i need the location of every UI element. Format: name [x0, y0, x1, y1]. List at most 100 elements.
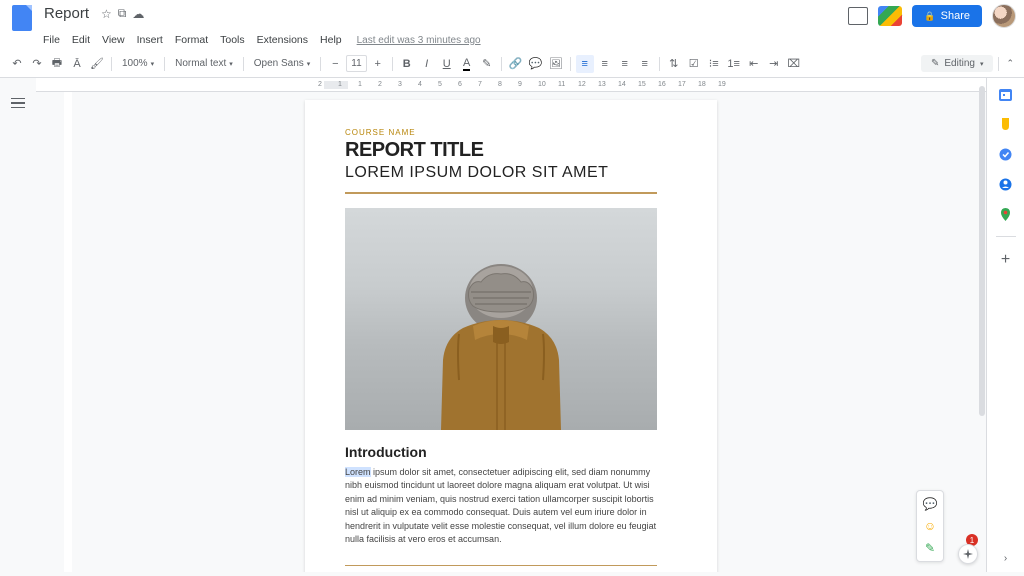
- font-size-decrease[interactable]: −: [326, 55, 344, 73]
- comment-history-icon[interactable]: [848, 7, 868, 25]
- hide-menus-button[interactable]: ⌃: [1004, 56, 1016, 71]
- undo-button[interactable]: ↶: [8, 55, 26, 73]
- highlight-button[interactable]: ✎: [478, 55, 496, 73]
- italic-button[interactable]: I: [418, 55, 436, 73]
- bold-button[interactable]: B: [398, 55, 416, 73]
- meet-button[interactable]: ▾: [878, 6, 902, 26]
- separator: [243, 57, 244, 71]
- separator: [320, 57, 321, 71]
- vertical-ruler[interactable]: [64, 92, 72, 572]
- editing-mode-select[interactable]: ✎ Editing ▾: [921, 55, 993, 72]
- increase-indent-button[interactable]: ⇥: [765, 55, 783, 73]
- hide-side-panel-button[interactable]: ›: [1004, 553, 1007, 564]
- rail-separator: [996, 236, 1016, 237]
- suggest-edits-floating-button[interactable]: ✎: [921, 539, 939, 557]
- clear-formatting-button[interactable]: ⌧: [785, 55, 803, 73]
- badge-count: 1: [970, 536, 974, 545]
- menu-tools[interactable]: Tools: [215, 32, 250, 48]
- ruler-tick: 12: [578, 81, 586, 88]
- document-title[interactable]: Report: [40, 4, 93, 23]
- last-edit-link[interactable]: Last edit was 3 minutes ago: [357, 35, 481, 46]
- style-select[interactable]: Normal text▾: [170, 55, 238, 72]
- account-avatar[interactable]: [992, 4, 1016, 28]
- scrollbar-thumb[interactable]: [979, 86, 985, 416]
- header-right: ▾ 🔒 Share: [848, 4, 1016, 28]
- docs-logo[interactable]: [8, 4, 36, 32]
- paint-format-button[interactable]: 🖌: [88, 55, 106, 73]
- ruler-tick: 11: [558, 81, 565, 88]
- checklist-button[interactable]: ☑: [685, 55, 703, 73]
- separator: [659, 57, 660, 71]
- selected-text: Lorem: [345, 467, 371, 477]
- decrease-indent-button[interactable]: ⇤: [745, 55, 763, 73]
- cloud-status-icon[interactable]: ☁: [132, 7, 144, 21]
- ruler-tick: 14: [618, 81, 626, 88]
- title-row: Report ☆ ⧉ ☁: [40, 4, 848, 23]
- star-icon[interactable]: ☆: [101, 7, 112, 21]
- menu-format[interactable]: Format: [170, 32, 213, 48]
- insert-image-button[interactable]: 🖼: [547, 55, 565, 73]
- align-left-button[interactable]: ≡: [576, 55, 594, 73]
- add-comment-floating-button[interactable]: 💬: [921, 495, 939, 513]
- body-paragraph: Lorem ipsum dolor sit amet, consectetuer…: [345, 466, 657, 547]
- ruler-tick: 15: [638, 81, 646, 88]
- ruler-tick: 8: [498, 81, 502, 88]
- floating-action-panel: 💬 ☺ ✎: [916, 490, 944, 562]
- add-comment-button[interactable]: 💬: [527, 55, 545, 73]
- bulleted-list-button[interactable]: ⁝≡: [705, 55, 723, 73]
- scrollbar[interactable]: [978, 78, 986, 572]
- numbered-list-button[interactable]: 1≡: [725, 55, 743, 73]
- document-page[interactable]: COURSE NAME REPORT TITLE LOREM IPSUM DOL…: [305, 100, 717, 572]
- move-folder-icon[interactable]: ⧉: [118, 6, 127, 21]
- ruler-tick: 19: [718, 81, 726, 88]
- keep-icon[interactable]: [998, 116, 1014, 132]
- explore-button[interactable]: [958, 544, 978, 564]
- menu-help[interactable]: Help: [315, 32, 347, 48]
- ruler-tick: 1: [358, 81, 362, 88]
- contacts-icon[interactable]: [998, 176, 1014, 192]
- font-value: Open Sans: [254, 58, 304, 69]
- font-select[interactable]: Open Sans▾: [249, 55, 316, 72]
- menu-extensions[interactable]: Extensions: [252, 32, 313, 48]
- menu-view[interactable]: View: [97, 32, 130, 48]
- pencil-icon: ✎: [931, 58, 939, 69]
- zoom-select[interactable]: 100%▾: [117, 55, 159, 72]
- calendar-icon[interactable]: [998, 86, 1014, 102]
- redo-button[interactable]: ↷: [28, 55, 46, 73]
- underline-button[interactable]: U: [438, 55, 456, 73]
- tasks-icon[interactable]: [998, 146, 1014, 162]
- intro-heading: Introduction: [345, 444, 677, 460]
- ruler-tick: 3: [398, 81, 402, 88]
- font-size-input[interactable]: 11: [346, 55, 366, 72]
- text-color-button[interactable]: A: [458, 55, 476, 73]
- align-right-button[interactable]: ≡: [616, 55, 634, 73]
- share-button[interactable]: 🔒 Share: [912, 5, 982, 27]
- ruler-tick: 13: [598, 81, 606, 88]
- menu-edit[interactable]: Edit: [67, 32, 95, 48]
- horizontal-ruler[interactable]: 2112345678910111213141516171819: [36, 78, 986, 92]
- line-spacing-button[interactable]: ⇅: [665, 55, 683, 73]
- app-header: Report ☆ ⧉ ☁ ▾ 🔒 Share: [0, 0, 1024, 32]
- side-panel: + ›: [986, 78, 1024, 572]
- insert-link-button[interactable]: 🔗: [507, 55, 525, 73]
- outline-toggle-icon[interactable]: [11, 98, 25, 108]
- hero-image[interactable]: [345, 208, 657, 430]
- spellcheck-button[interactable]: Ā: [68, 55, 86, 73]
- ruler-tick: 2: [378, 81, 382, 88]
- page-container: COURSE NAME REPORT TITLE LOREM IPSUM DOL…: [36, 92, 986, 572]
- docs-logo-icon: [12, 5, 32, 31]
- menu-insert[interactable]: Insert: [132, 32, 168, 48]
- add-emoji-floating-button[interactable]: ☺: [921, 517, 939, 535]
- separator: [501, 57, 502, 71]
- get-addons-button[interactable]: +: [1001, 251, 1010, 269]
- chevron-down-icon: ▾: [980, 60, 984, 68]
- menu-file[interactable]: File: [38, 32, 65, 48]
- align-center-button[interactable]: ≡: [596, 55, 614, 73]
- ruler-margin-indicator: [324, 81, 348, 89]
- ruler-tick: 17: [678, 81, 686, 88]
- print-button[interactable]: 🖶: [48, 55, 66, 73]
- font-size-increase[interactable]: +: [369, 55, 387, 73]
- ruler-tick: 9: [518, 81, 522, 88]
- maps-icon[interactable]: [998, 206, 1014, 222]
- align-justify-button[interactable]: ≡: [636, 55, 654, 73]
